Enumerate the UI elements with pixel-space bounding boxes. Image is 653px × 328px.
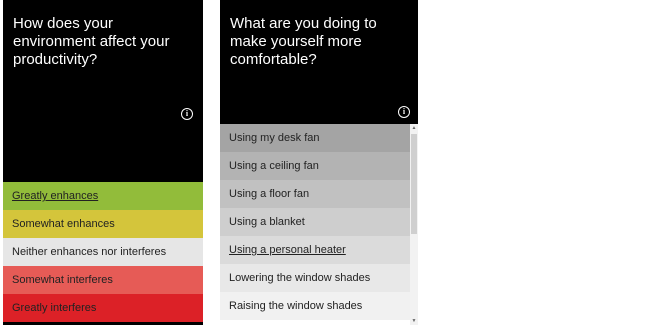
option-personal-heater[interactable]: Using a personal heater: [220, 236, 410, 264]
options-scrollbar[interactable]: ▲ ▼: [410, 124, 418, 325]
scroll-up-icon[interactable]: ▲: [410, 124, 418, 132]
productivity-question-card: How does your environment affect your pr…: [3, 0, 203, 325]
comfort-question-card: What are you doing to make yourself more…: [220, 0, 418, 325]
question-text: How does your environment affect your pr…: [13, 15, 170, 68]
answer-options: Using my desk fan Using a ceiling fan Us…: [220, 124, 410, 320]
option-greatly-enhances[interactable]: Greatly enhances: [3, 182, 203, 210]
info-icon[interactable]: i: [398, 106, 410, 118]
option-desk-fan[interactable]: Using my desk fan: [220, 124, 410, 152]
option-neither[interactable]: Neither enhances nor interferes: [3, 238, 203, 266]
info-icon[interactable]: i: [181, 108, 193, 120]
option-somewhat-enhances[interactable]: Somewhat enhances: [3, 210, 203, 238]
scroll-down-icon[interactable]: ▼: [410, 317, 418, 325]
option-ceiling-fan[interactable]: Using a ceiling fan: [220, 152, 410, 180]
question-header: How does your environment affect your pr…: [3, 0, 203, 182]
scrollbar-thumb[interactable]: [411, 134, 417, 234]
option-blanket[interactable]: Using a blanket: [220, 208, 410, 236]
option-somewhat-interferes[interactable]: Somewhat interferes: [3, 266, 203, 294]
question-header: What are you doing to make yourself more…: [220, 0, 418, 124]
option-greatly-interferes[interactable]: Greatly interferes: [3, 294, 203, 322]
answer-options: Greatly enhances Somewhat enhances Neith…: [3, 182, 203, 322]
question-text: What are you doing to make yourself more…: [230, 15, 377, 68]
option-lowering-shades[interactable]: Lowering the window shades: [220, 264, 410, 292]
answer-options-scroll-area: Using my desk fan Using a ceiling fan Us…: [220, 124, 418, 325]
option-raising-shades[interactable]: Raising the window shades: [220, 292, 410, 320]
option-floor-fan[interactable]: Using a floor fan: [220, 180, 410, 208]
